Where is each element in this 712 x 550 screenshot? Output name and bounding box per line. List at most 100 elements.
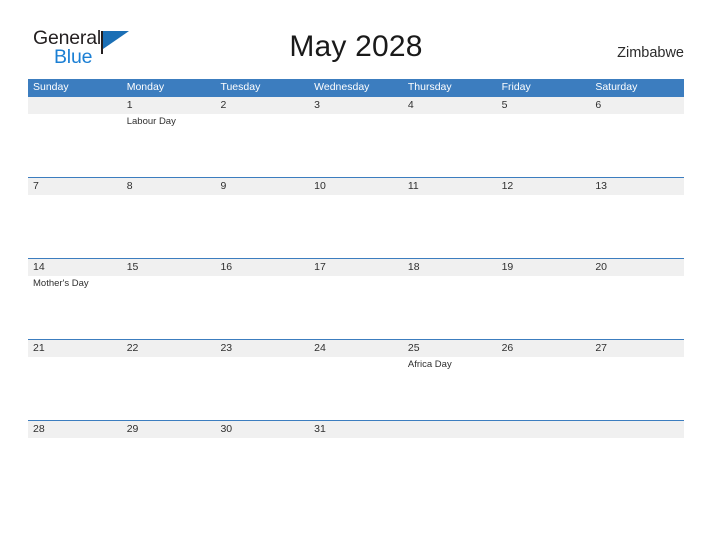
day-number[interactable] bbox=[403, 421, 497, 438]
day-number[interactable]: 4 bbox=[403, 97, 497, 114]
day-number[interactable]: 2 bbox=[215, 97, 309, 114]
day-cell[interactable] bbox=[403, 114, 497, 177]
day-number[interactable]: 21 bbox=[28, 340, 122, 357]
week-event-band: Labour Day bbox=[28, 114, 684, 177]
day-number[interactable]: 11 bbox=[403, 178, 497, 195]
day-number[interactable]: 9 bbox=[215, 178, 309, 195]
day-cell[interactable] bbox=[309, 357, 403, 420]
day-number[interactable]: 29 bbox=[122, 421, 216, 438]
day-number[interactable]: 1 bbox=[122, 97, 216, 114]
day-number[interactable]: 26 bbox=[497, 340, 591, 357]
week-date-band: 7 8 9 10 11 12 13 bbox=[28, 178, 684, 195]
day-cell[interactable] bbox=[122, 195, 216, 258]
day-cell[interactable] bbox=[590, 276, 684, 339]
calendar-week-row: 28 29 30 31 bbox=[28, 420, 684, 501]
day-number[interactable]: 13 bbox=[590, 178, 684, 195]
day-number[interactable]: 15 bbox=[122, 259, 216, 276]
day-number[interactable]: 31 bbox=[309, 421, 403, 438]
day-number[interactable]: 10 bbox=[309, 178, 403, 195]
day-number[interactable]: 7 bbox=[28, 178, 122, 195]
calendar-grid: Sunday Monday Tuesday Wednesday Thursday… bbox=[28, 79, 684, 501]
week-event-band: Mother's Day bbox=[28, 276, 684, 339]
day-number[interactable]: 14 bbox=[28, 259, 122, 276]
day-cell[interactable] bbox=[122, 357, 216, 420]
day-number[interactable] bbox=[497, 421, 591, 438]
weekday-header-tuesday: Tuesday bbox=[220, 81, 261, 93]
day-cell[interactable]: Africa Day bbox=[403, 357, 497, 420]
day-number[interactable]: 6 bbox=[590, 97, 684, 114]
day-number[interactable]: 30 bbox=[215, 421, 309, 438]
day-cell[interactable] bbox=[497, 357, 591, 420]
day-cell[interactable] bbox=[122, 276, 216, 339]
day-cell[interactable] bbox=[28, 114, 122, 177]
day-cell[interactable] bbox=[497, 114, 591, 177]
day-cell[interactable]: Mother's Day bbox=[28, 276, 122, 339]
calendar-week-row: 14 15 16 17 18 19 20 Mother's Day bbox=[28, 258, 684, 339]
week-date-band: 28 29 30 31 bbox=[28, 421, 684, 438]
day-cell[interactable] bbox=[403, 195, 497, 258]
event-label: Mother's Day bbox=[33, 278, 89, 289]
day-number[interactable] bbox=[590, 421, 684, 438]
day-number[interactable]: 23 bbox=[215, 340, 309, 357]
day-number[interactable]: 27 bbox=[590, 340, 684, 357]
week-date-band: 14 15 16 17 18 19 20 bbox=[28, 259, 684, 276]
day-cell[interactable] bbox=[122, 438, 216, 501]
week-event-band: Africa Day bbox=[28, 357, 684, 420]
weekday-header-sunday: Sunday bbox=[33, 81, 69, 93]
day-number[interactable]: 24 bbox=[309, 340, 403, 357]
day-number[interactable]: 19 bbox=[497, 259, 591, 276]
weekday-header-row: Sunday Monday Tuesday Wednesday Thursday… bbox=[28, 79, 684, 96]
day-number[interactable]: 25 bbox=[403, 340, 497, 357]
day-cell[interactable] bbox=[215, 114, 309, 177]
day-number[interactable]: 28 bbox=[28, 421, 122, 438]
week-date-band: 21 22 23 24 25 26 27 bbox=[28, 340, 684, 357]
day-number[interactable]: 20 bbox=[590, 259, 684, 276]
week-event-band bbox=[28, 438, 684, 501]
day-cell[interactable] bbox=[28, 195, 122, 258]
day-cell[interactable]: Labour Day bbox=[122, 114, 216, 177]
day-cell[interactable] bbox=[215, 195, 309, 258]
day-number[interactable]: 22 bbox=[122, 340, 216, 357]
page-header: General Blue May 2028 Zimbabwe bbox=[0, 0, 712, 75]
day-cell[interactable] bbox=[403, 438, 497, 501]
day-cell[interactable] bbox=[28, 357, 122, 420]
weekday-header-saturday: Saturday bbox=[595, 81, 638, 93]
country-label: Zimbabwe bbox=[617, 45, 684, 61]
day-cell[interactable] bbox=[28, 438, 122, 501]
weekday-header-thursday: Thursday bbox=[407, 81, 452, 93]
day-cell[interactable] bbox=[215, 357, 309, 420]
weekday-header-wednesday: Wednesday bbox=[314, 81, 370, 93]
day-cell[interactable] bbox=[497, 276, 591, 339]
day-cell[interactable] bbox=[215, 276, 309, 339]
day-number[interactable]: 8 bbox=[122, 178, 216, 195]
day-number[interactable]: 5 bbox=[497, 97, 591, 114]
event-label: Labour Day bbox=[126, 116, 176, 127]
day-number[interactable]: 16 bbox=[215, 259, 309, 276]
day-cell[interactable] bbox=[215, 438, 309, 501]
day-number[interactable]: 12 bbox=[497, 178, 591, 195]
day-cell[interactable] bbox=[590, 114, 684, 177]
calendar-week-row: 21 22 23 24 25 26 27 Africa Day bbox=[28, 339, 684, 420]
weekday-header-friday: Friday bbox=[501, 81, 531, 93]
page-title: May 2028 bbox=[289, 30, 423, 63]
day-number[interactable]: 18 bbox=[403, 259, 497, 276]
day-cell[interactable] bbox=[590, 357, 684, 420]
calendar-page: General Blue May 2028 Zimbabwe Sunday Mo… bbox=[0, 0, 712, 550]
day-cell[interactable] bbox=[403, 276, 497, 339]
day-cell[interactable] bbox=[309, 195, 403, 258]
day-cell[interactable] bbox=[309, 114, 403, 177]
week-event-band bbox=[28, 195, 684, 258]
week-date-band: 1 2 3 4 5 6 bbox=[28, 97, 684, 114]
day-number[interactable] bbox=[28, 97, 122, 114]
day-cell[interactable] bbox=[590, 195, 684, 258]
event-label: Africa Day bbox=[407, 359, 452, 370]
day-number[interactable]: 3 bbox=[309, 97, 403, 114]
day-cell[interactable] bbox=[309, 438, 403, 501]
day-cell[interactable] bbox=[497, 195, 591, 258]
day-number[interactable]: 17 bbox=[309, 259, 403, 276]
calendar-week-row: 1 2 3 4 5 6 Labour Day bbox=[28, 96, 684, 177]
day-cell[interactable] bbox=[590, 438, 684, 501]
calendar-week-row: 7 8 9 10 11 12 13 bbox=[28, 177, 684, 258]
day-cell[interactable] bbox=[497, 438, 591, 501]
day-cell[interactable] bbox=[309, 276, 403, 339]
